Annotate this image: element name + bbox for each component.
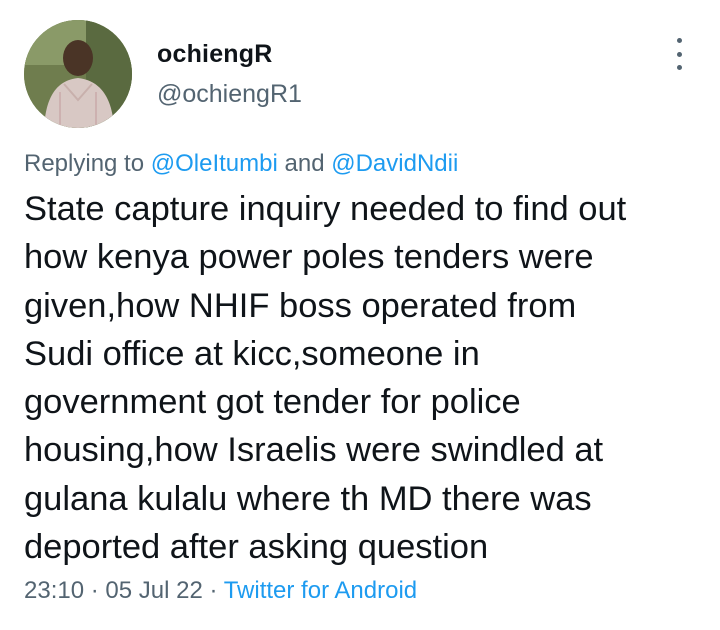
user-handle[interactable]: @ochiengR1 [157, 80, 302, 109]
more-dot [676, 38, 682, 43]
tweet-card: ochiengR @ochiengR1 Replying to @OleItum… [0, 0, 720, 630]
replying-to-prefix: Replying to [24, 150, 151, 177]
replying-to-conjunction: and [277, 150, 332, 177]
avatar[interactable] [24, 20, 132, 128]
user-display-name[interactable]: ochiengR [157, 40, 273, 69]
profile-photo-icon [24, 20, 132, 128]
tweet-time[interactable]: 23:10 [24, 577, 84, 604]
mention-link-davidndii[interactable]: @DavidNdii [331, 150, 458, 177]
meta-separator: · [202, 577, 224, 604]
mention-link-oleitumbi[interactable]: @OleItumbi [151, 150, 278, 177]
meta-separator: · [84, 577, 106, 604]
more-vertical-icon[interactable] [668, 38, 690, 70]
tweet-metadata: 23:10 · 05 Jul 22 · Twitter for Android [24, 577, 417, 605]
replying-to: Replying to @OleItumbi and @DavidNdii [24, 150, 458, 178]
more-dot [676, 51, 682, 57]
tweet-date[interactable]: 05 Jul 22 [105, 577, 202, 604]
tweet-text: State capture inquiry needed to find out… [24, 190, 627, 567]
tweet-source-link[interactable]: Twitter for Android [224, 577, 417, 604]
more-dot [676, 65, 682, 70]
